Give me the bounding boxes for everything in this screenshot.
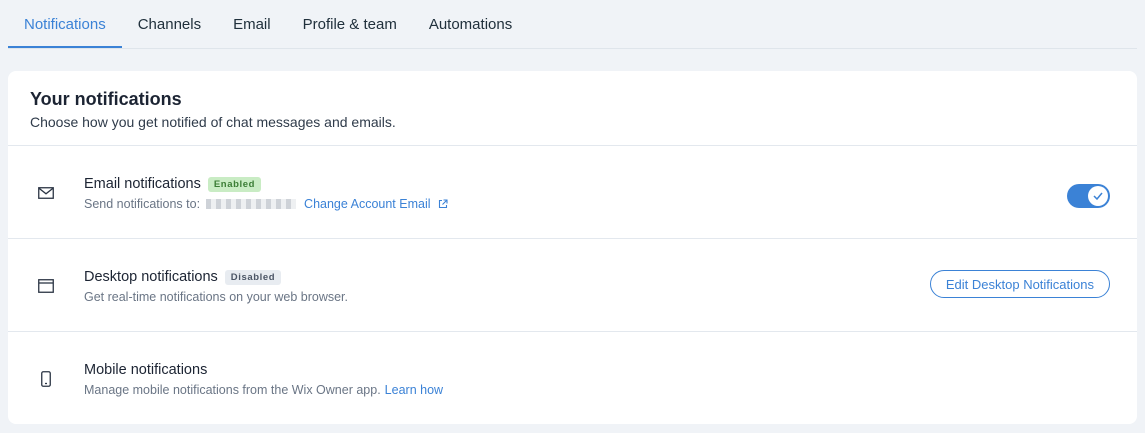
desktop-row-desc: Get real-time notifications on your web … (84, 290, 349, 304)
change-account-email-label: Change Account Email (304, 197, 431, 211)
card-title: Your notifications (30, 89, 182, 109)
mobile-row-desc: Manage mobile notifications from the Wix… (84, 383, 443, 397)
learn-how-link[interactable]: Learn how (385, 383, 443, 397)
enabled-badge: Enabled (207, 176, 262, 192)
desktop-row-title-line: Desktop notifications Disabled (84, 269, 348, 285)
tab-notifications[interactable]: Notifications (8, 2, 122, 48)
desktop-notifications-row: Desktop notifications Disabled Get real-… (8, 239, 1137, 332)
card-header: Your notifications Choose how you get no… (8, 71, 1137, 146)
disabled-badge: Disabled (224, 269, 282, 285)
mobile-notifications-row: Mobile notifications Manage mobile notif… (8, 332, 1137, 424)
check-icon (1093, 192, 1103, 200)
mobile-phone-icon (37, 370, 55, 388)
desktop-row-text: Desktop notifications Disabled Get real-… (84, 269, 348, 304)
send-to-label: Send notifications to: (84, 197, 201, 211)
envelope-icon (37, 184, 55, 202)
tab-profile-team[interactable]: Profile & team (287, 2, 413, 48)
tab-email[interactable]: Email (217, 2, 287, 48)
card-subtitle: Choose how you get notified of chat mess… (30, 114, 396, 130)
settings-tabs: Notifications Channels Email Profile & t… (8, 0, 1137, 49)
email-row-text: Email notifications Enabled Send notific… (84, 176, 448, 211)
email-row-title-line: Email notifications Enabled (84, 176, 448, 192)
mobile-notifications-title: Mobile notifications (84, 362, 208, 378)
mobile-row-text: Mobile notifications Manage mobile notif… (84, 362, 443, 397)
email-row-desc: Send notifications to: Change Account Em… (84, 197, 448, 211)
browser-window-icon (37, 277, 55, 295)
email-notifications-row: Email notifications Enabled Send notific… (8, 146, 1137, 239)
desktop-notifications-title: Desktop notifications (84, 269, 218, 285)
masked-email-address (206, 199, 297, 209)
change-account-email-link[interactable]: Change Account Email (304, 197, 448, 211)
email-notifications-toggle[interactable] (1067, 184, 1110, 208)
external-link-icon (438, 199, 448, 209)
tab-automations[interactable]: Automations (413, 2, 528, 48)
mobile-desc-text: Manage mobile notifications from the Wix… (84, 383, 381, 397)
toggle-knob (1088, 186, 1108, 206)
tab-channels[interactable]: Channels (122, 2, 217, 48)
edit-desktop-notifications-button[interactable]: Edit Desktop Notifications (929, 270, 1110, 298)
email-notifications-title: Email notifications (84, 176, 201, 192)
notifications-card: Your notifications Choose how you get no… (8, 71, 1137, 424)
